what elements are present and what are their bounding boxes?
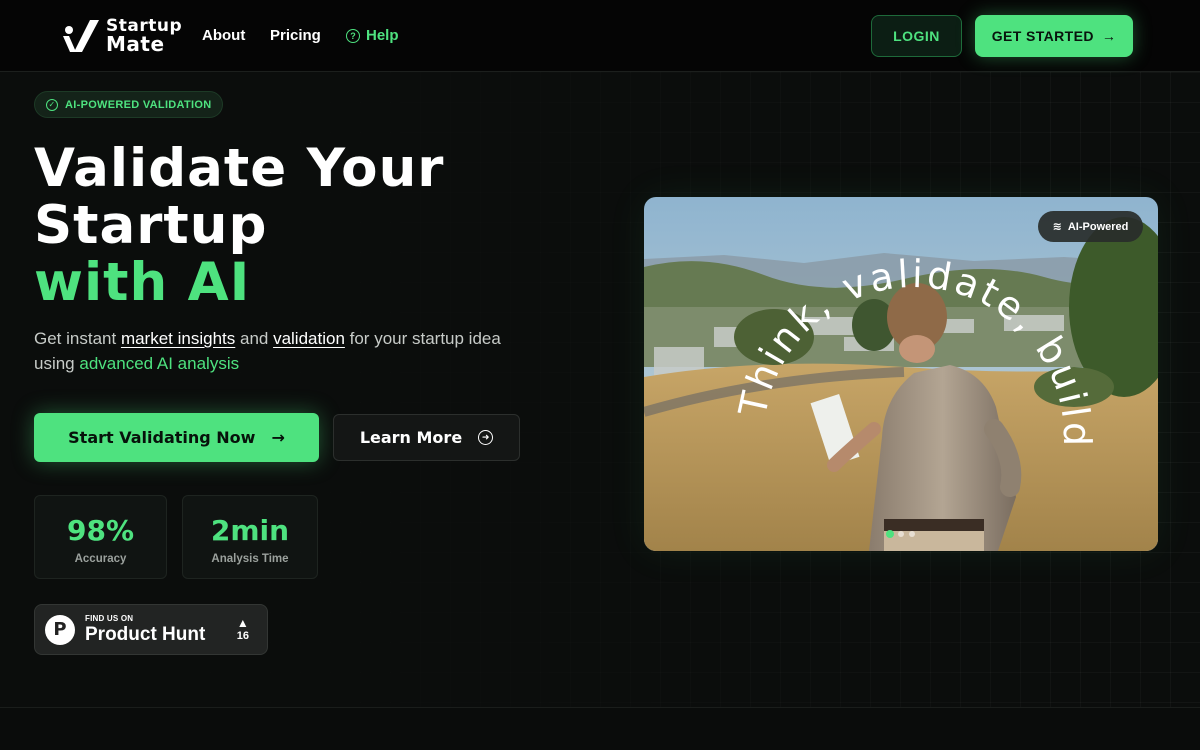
vote-number: 16 — [236, 630, 249, 643]
product-hunt-badge[interactable]: P FIND US ON Product Hunt ▲ 16 — [34, 604, 268, 655]
brand-name: Startup Mate — [106, 18, 182, 56]
get-started-button[interactable]: GET STARTED → — [975, 15, 1133, 57]
hero-photo-illustration: Think, validate, build. — [644, 197, 1158, 551]
carousel-dot-2[interactable] — [898, 531, 904, 537]
ai-powered-pill: ≋ AI-Powered — [1038, 211, 1143, 242]
subtitle-mid: and — [235, 329, 274, 348]
headline-line-1: Validate Your — [34, 138, 445, 199]
arrow-right-icon: → — [271, 428, 285, 447]
stat-card-analysis-time: 2min Analysis Time — [182, 495, 318, 579]
nav-about-link[interactable]: About — [202, 27, 245, 44]
hero-headline: Validate Your Startup with AI — [34, 140, 444, 311]
carousel-dot-3[interactable] — [909, 531, 915, 537]
stat-value: 2min — [210, 514, 290, 547]
subtitle-highlight: advanced AI analysis — [79, 354, 240, 373]
market-insights-link[interactable]: market insights — [121, 329, 235, 348]
hero-image: Think, validate, build. — [644, 197, 1158, 551]
login-button[interactable]: LOGIN — [871, 15, 962, 57]
stat-label: Analysis Time — [211, 553, 289, 565]
upvote-arrow-icon: ▲ — [236, 616, 249, 630]
learn-more-label: Learn More — [359, 428, 463, 447]
brand-line2: Mate — [106, 31, 165, 56]
nav-pricing-link[interactable]: Pricing — [270, 27, 321, 44]
ai-validation-badge: ✓ AI-POWERED VALIDATION — [34, 91, 224, 118]
check-circle-icon: ✓ — [46, 98, 58, 111]
headline-line-3: with AI — [34, 252, 251, 313]
logo-mark-icon — [63, 20, 99, 52]
nav-help-link[interactable]: ? Help — [346, 27, 399, 44]
arrow-right-icon: → — [1101, 28, 1117, 44]
badge-label: AI-POWERED VALIDATION — [65, 98, 212, 111]
upvote-count: ▲ 16 — [237, 616, 249, 644]
layers-icon: ≋ — [1052, 221, 1062, 233]
start-validating-button[interactable]: Start Validating Now → — [34, 413, 319, 462]
learn-more-button[interactable]: Learn More ➜ — [333, 414, 520, 461]
product-hunt-text: FIND US ON Product Hunt — [85, 614, 206, 645]
hero-subtitle: Get instant market insights and validati… — [34, 326, 514, 376]
nav-help-label: Help — [366, 27, 399, 44]
question-circle-icon: ? — [346, 28, 360, 43]
arrow-right-circle-icon: ➜ — [478, 430, 494, 445]
stat-label: Accuracy — [74, 553, 127, 565]
product-hunt-small-label: FIND US ON — [85, 614, 134, 623]
stat-value: 98% — [66, 514, 135, 547]
validation-link[interactable]: validation — [273, 329, 345, 348]
product-hunt-logo-icon: P — [45, 614, 75, 645]
next-section-edge — [0, 707, 1200, 750]
top-navbar: Startup Mate About Pricing ? Help LOGIN … — [0, 0, 1200, 72]
get-started-label: GET STARTED — [991, 28, 1094, 44]
brand-logo[interactable]: Startup Mate — [60, 16, 182, 56]
product-hunt-title: Product Hunt — [85, 624, 206, 645]
subtitle-prefix: Get instant — [34, 329, 121, 348]
headline-line-2: Startup — [34, 195, 268, 256]
ai-powered-label: AI-Powered — [1067, 220, 1129, 233]
start-validating-label: Start Validating Now — [68, 428, 256, 447]
stat-card-accuracy: 98% Accuracy — [34, 495, 167, 579]
carousel-dot-1[interactable] — [886, 530, 894, 538]
